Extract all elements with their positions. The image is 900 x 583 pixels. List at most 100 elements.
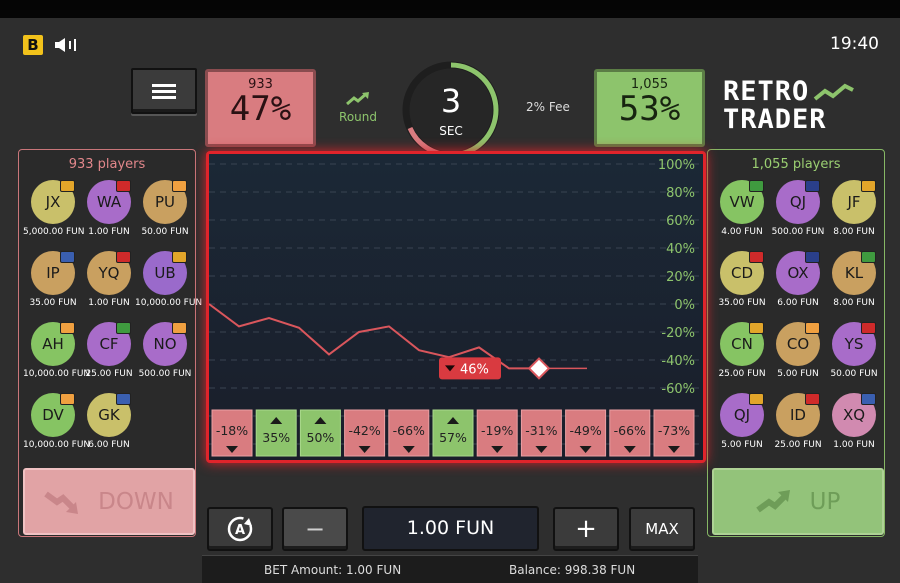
trend-up-icon — [346, 92, 369, 106]
country-flag-icon — [172, 180, 187, 192]
up-player-card: VW 4.00 FUN — [716, 179, 768, 247]
country-flag-icon — [749, 322, 764, 334]
history-value: -18% — [216, 423, 248, 438]
clock: 19:40 — [830, 34, 879, 54]
player-bet: 1.00 FUN — [833, 440, 875, 450]
up-player-card: OX 6.00 FUN — [772, 250, 824, 318]
up-player-card: ID 25.00 FUN — [772, 392, 824, 460]
player-bet: 10,000.00 FUN — [23, 440, 91, 450]
down-player-card: PU 50.00 FUN — [139, 179, 191, 247]
country-flag-icon — [861, 322, 876, 334]
footer-bar: BET Amount: 1.00 FUN Balance: 998.38 FUN — [202, 555, 698, 583]
history-value: -19% — [481, 423, 513, 438]
up-player-card: JF 8.00 FUN — [828, 179, 880, 247]
auto-play-icon: A — [227, 516, 253, 542]
bet-amount-field[interactable]: 1.00 FUN — [362, 506, 539, 551]
history-value: -66% — [393, 423, 425, 438]
current-value-label: 46% — [460, 362, 489, 377]
history-value: -42% — [348, 423, 380, 438]
top-black-band — [0, 0, 900, 18]
player-bet: 1.00 FUN — [88, 227, 130, 237]
country-flag-icon — [805, 180, 820, 192]
country-flag-icon — [749, 393, 764, 405]
country-flag-icon — [749, 251, 764, 263]
player-bet: 4.00 FUN — [721, 227, 763, 237]
y-tick-label: 80% — [666, 186, 695, 201]
up-stat-box: 1,055 53% — [594, 69, 705, 147]
down-player-card: YQ 1.00 FUN — [83, 250, 135, 318]
country-flag-icon — [116, 322, 131, 334]
player-bet: 35.00 FUN — [718, 298, 766, 308]
player-bet: 10,000.00 FUN — [135, 298, 203, 308]
y-tick-label: -60% — [661, 382, 695, 397]
country-flag-icon — [805, 322, 820, 334]
down-player-card: NO 500.00 FUN — [139, 321, 191, 389]
bet-amount-text: BET Amount: 1.00 FUN — [264, 563, 402, 577]
player-bet: 25.00 FUN — [718, 369, 766, 379]
history-value: 35% — [262, 430, 290, 445]
country-flag-icon — [116, 393, 131, 405]
down-player-card: WA 1.00 FUN — [83, 179, 135, 247]
menu-button[interactable] — [131, 68, 197, 114]
down-player-card: GK 6.00 FUN — [83, 392, 135, 460]
player-bet: 8.00 FUN — [833, 298, 875, 308]
chart-canvas: 46% 100%80%60%40%20%0%-20%-40%-60%-80%-1… — [209, 154, 703, 460]
up-button-label: UP — [809, 488, 841, 515]
player-bet: 1.00 FUN — [88, 298, 130, 308]
player-bet: 5.00 FUN — [777, 369, 819, 379]
player-bet: 8.00 FUN — [833, 227, 875, 237]
brand-badge[interactable]: B — [23, 35, 43, 55]
round-indicator: Round — [336, 91, 380, 124]
country-flag-icon — [116, 180, 131, 192]
down-player-card: JX 5,000.00 FUN — [23, 179, 84, 247]
player-bet: 6.00 FUN — [88, 440, 130, 450]
up-player-card: XQ 1.00 FUN — [828, 392, 880, 460]
round-timer: 3 SEC — [401, 60, 501, 160]
player-bet: 25.00 FUN — [774, 440, 822, 450]
y-tick-label: 0% — [674, 298, 695, 313]
player-bet: 5,000.00 FUN — [23, 227, 85, 237]
country-flag-icon — [805, 393, 820, 405]
timer-value: 3 — [440, 82, 462, 120]
decrease-bet-button[interactable]: − — [282, 507, 348, 551]
player-bet: 5.00 FUN — [721, 440, 763, 450]
down-player-card: AH 10,000.00 FUN — [23, 321, 90, 389]
up-player-card: CN 25.00 FUN — [716, 321, 768, 389]
history-value: -73% — [658, 423, 690, 438]
player-bet: 500.00 FUN — [138, 369, 192, 379]
minus-icon: − — [304, 515, 326, 543]
auto-bet-button[interactable]: A — [207, 507, 273, 551]
up-player-card: QJ 5.00 FUN — [716, 392, 768, 460]
history-value: -31% — [525, 423, 557, 438]
increase-bet-button[interactable]: + — [553, 507, 619, 551]
player-bet: 10,000.00 FUN — [23, 369, 91, 379]
price-chart: 46% 100%80%60%40%20%0%-20%-40%-60%-80%-1… — [206, 151, 706, 463]
down-player-card: UB 10,000.00 FUN — [135, 250, 202, 318]
country-flag-icon — [749, 180, 764, 192]
up-player-card: KL 8.00 FUN — [828, 250, 880, 318]
player-bet: 25.00 FUN — [85, 369, 133, 379]
up-player-card: CD 35.00 FUN — [716, 250, 768, 318]
down-button[interactable]: DOWN — [23, 468, 195, 535]
logo-line-2: TRADER — [723, 104, 827, 135]
speaker-icon[interactable] — [54, 37, 80, 53]
history-value: -66% — [614, 423, 646, 438]
down-percent: 47% — [229, 89, 292, 129]
timer-unit: SEC — [439, 124, 463, 138]
up-button[interactable]: UP — [712, 468, 884, 535]
max-bet-button[interactable]: MAX — [629, 507, 695, 551]
up-players-title: 1,055 players — [751, 157, 841, 172]
country-flag-icon — [805, 251, 820, 263]
country-flag-icon — [60, 322, 75, 334]
country-flag-icon — [60, 393, 75, 405]
down-player-card: DV 10,000.00 FUN — [23, 392, 90, 460]
y-tick-label: 40% — [666, 242, 695, 257]
svg-text:A: A — [235, 523, 245, 538]
down-player-card: CF 25.00 FUN — [83, 321, 135, 389]
up-player-card: YS 50.00 FUN — [828, 321, 880, 389]
up-player-card: QJ 500.00 FUN — [772, 179, 824, 247]
down-stat-box: 933 47% — [205, 69, 316, 147]
logo-line-1: RETRO — [723, 76, 810, 107]
trend-up-icon — [755, 489, 790, 512]
logo-chart-icon — [814, 83, 855, 101]
